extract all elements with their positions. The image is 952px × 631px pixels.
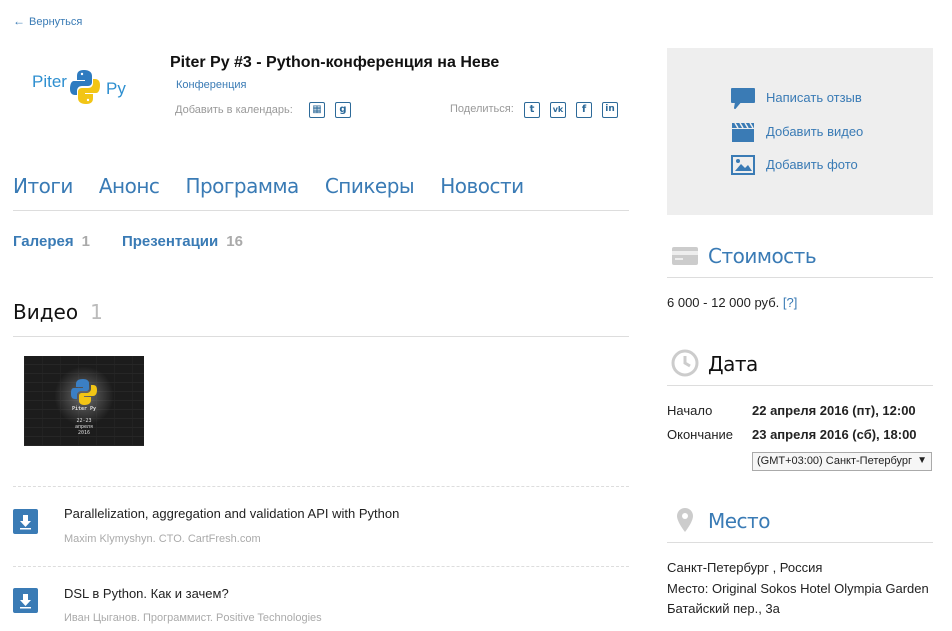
arrow-left-icon: ←	[13, 14, 25, 28]
subtab-gallery[interactable]: Галерея 1	[13, 233, 90, 250]
download-icon	[20, 515, 31, 530]
download-icon	[20, 594, 31, 609]
tab-news[interactable]: Новости	[440, 174, 524, 210]
twitter-icon[interactable]: t	[524, 102, 540, 118]
tab-speakers[interactable]: Спикеры	[325, 174, 415, 210]
download-button[interactable]	[13, 588, 38, 613]
start-value: 22 апреля 2016 (пт), 12:00	[752, 403, 916, 418]
presentation-title[interactable]: DSL в Python. Как и зачем?	[64, 586, 229, 601]
tab-results[interactable]: Итоги	[13, 174, 73, 210]
event-tabs: Итоги Анонс Программа Спикеры Новости	[13, 174, 629, 211]
back-label: Вернуться	[29, 16, 83, 28]
calendar-label: Добавить в календарь:	[175, 104, 293, 116]
add-video-link[interactable]: Добавить видео	[766, 124, 863, 139]
place-venue: Место: Original Sokos Hotel Olympia Gard…	[667, 581, 929, 596]
comment-icon	[731, 88, 755, 109]
linkedin-icon[interactable]: in	[602, 102, 618, 118]
share-label: Поделиться:	[450, 103, 514, 115]
tab-announcement[interactable]: Анонс	[99, 174, 160, 210]
date-heading: Дата	[667, 348, 933, 386]
divider	[13, 566, 629, 567]
download-button[interactable]	[13, 509, 38, 534]
video-count: 1	[90, 300, 103, 324]
place-title: Место	[708, 509, 770, 533]
event-logo: Piter Py	[30, 62, 140, 110]
video-clapper-icon	[732, 122, 754, 142]
date-title: Дата	[708, 352, 758, 376]
place-heading: Место	[667, 505, 933, 543]
python-logo-icon	[71, 379, 97, 405]
presentation-speaker: Maxim Klymyshyn. CTO. CartFresh.com	[64, 533, 261, 545]
write-review-link[interactable]: Написать отзыв	[766, 90, 862, 105]
back-link[interactable]: ← Вернуться	[13, 14, 82, 28]
subtab-gallery-label: Галерея	[13, 233, 74, 250]
logo-text-left: Piter	[32, 72, 67, 91]
place-city: Санкт-Петербург , Россия	[667, 560, 823, 575]
start-label: Начало	[667, 403, 713, 418]
place-address: Батайский пер., 3а	[667, 601, 780, 616]
thumb-line-3: 2016	[77, 430, 91, 436]
subtab-gallery-count: 1	[81, 233, 90, 250]
event-title: Piter Py #3 - Python-конференция на Неве	[170, 54, 500, 71]
cost-value-line: 6 000 - 12 000 руб. [?]	[667, 295, 797, 310]
presentation-title[interactable]: Parallelization, aggregation and validat…	[64, 506, 399, 521]
subtab-presentations[interactable]: Презентации 16	[122, 233, 243, 250]
cost-heading: Стоимость	[667, 240, 933, 278]
tab-program[interactable]: Программа	[185, 174, 299, 210]
subtab-presentations-label: Презентации	[121, 233, 219, 250]
facebook-icon[interactable]: f	[576, 102, 592, 118]
vk-icon[interactable]: vk	[550, 102, 566, 118]
divider	[13, 486, 629, 487]
google-calendar-icon[interactable]: g	[335, 102, 351, 118]
end-label: Окончание	[667, 427, 734, 442]
chevron-down-icon: ▼	[917, 455, 927, 466]
timezone-value: (GMT+03:00) Санкт-Петербург	[757, 455, 913, 467]
subtab-presentations-count: 16	[226, 233, 243, 250]
add-photo-link[interactable]: Добавить фото	[766, 157, 858, 172]
map-pin-icon	[677, 508, 693, 532]
thumb-title: Piter Py	[71, 406, 97, 412]
presentation-speaker: Иван Цыганов. Программист. Positive Tech…	[64, 612, 322, 624]
result-subtabs: Галерея 1 Презентации 16	[13, 233, 243, 250]
credit-card-icon	[672, 247, 698, 265]
video-thumbnail[interactable]: Piter Py 22-23 апреля 2016	[24, 356, 144, 446]
video-section-heading: Видео 1	[13, 300, 629, 337]
cost-title: Стоимость	[708, 244, 817, 268]
sidebar-actions: Написать отзыв Добавить видео Добавить ф…	[667, 48, 933, 215]
cost-help-link[interactable]: [?]	[783, 295, 797, 310]
video-heading: Видео	[13, 300, 79, 324]
photo-icon	[731, 155, 755, 175]
cost-value: 6 000 - 12 000 руб.	[667, 295, 780, 310]
clock-icon	[671, 349, 699, 377]
outlook-calendar-icon[interactable]: ▦	[309, 102, 325, 118]
logo-text-right: Py	[106, 79, 126, 98]
timezone-select[interactable]: (GMT+03:00) Санкт-Петербург ▼	[752, 452, 932, 471]
end-value: 23 апреля 2016 (сб), 18:00	[752, 427, 917, 442]
event-type-link[interactable]: Конференция	[176, 79, 246, 91]
